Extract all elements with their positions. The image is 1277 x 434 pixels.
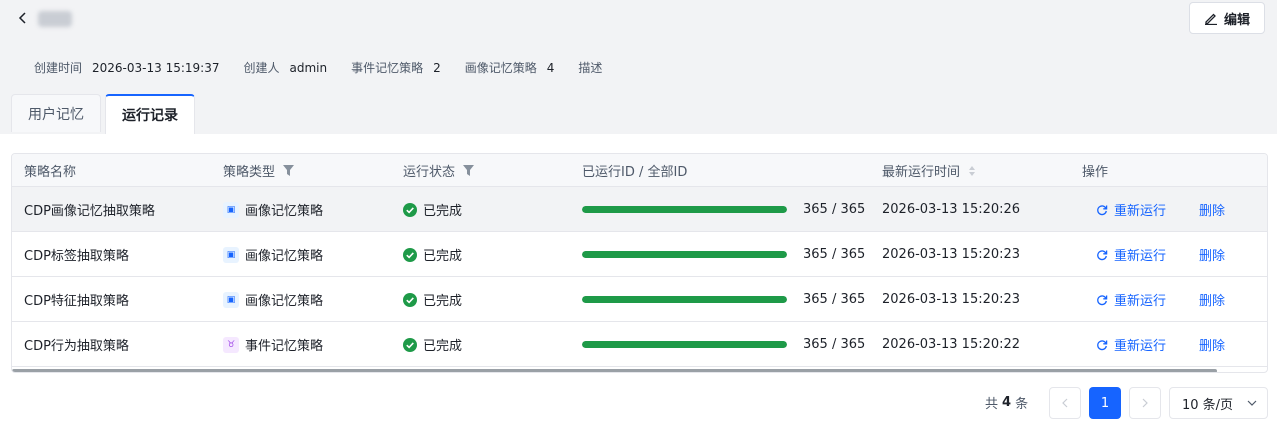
progress-bar [582,251,787,258]
progress-text: 365 / 365 [803,337,866,352]
page-number-current[interactable]: 1 [1089,387,1121,419]
meta-value: admin [289,60,328,75]
meta-key: 创建时间 [34,61,83,75]
strategy-type: ▣ 画像记忆策略 [223,187,323,232]
latest-run-time: 2026-03-13 15:20:23 [882,247,1021,262]
delete-button[interactable]: 删除 [1199,187,1225,232]
strategy-type: ♉ 事件记忆策略 [223,322,323,367]
check-circle-icon [403,292,417,307]
progress-text: 365 / 365 [803,247,866,262]
column-header-actions: 操作 [1082,165,1109,180]
total-count: 共4条 [985,394,1029,412]
table-row: CDP特征抽取策略 ▣ 画像记忆策略 已完成 365 / 365 2026-03-13 1… [12,277,1267,322]
back-button[interactable] [14,9,32,27]
page-title-redacted [38,11,72,27]
edit-label: 编辑 [1223,12,1250,28]
column-header-status: 运行状态 [403,154,475,187]
tab-user-memory[interactable]: 用户记忆 [11,94,101,132]
prev-page-button[interactable] [1049,387,1081,419]
meta-value: 2 [433,60,441,75]
tab-run-records[interactable]: 运行记录 [105,94,195,134]
strategy-name: CDP标签抽取策略 [24,249,129,264]
progress-bar [582,341,787,348]
progress-bar [582,206,787,213]
strategy-type: ▣ 画像记忆策略 [223,232,323,277]
table-row: CDP行为抽取策略 ♉ 事件记忆策略 已完成 365 / 365 2026-03-13 1… [12,322,1267,367]
run-status: 已完成 [403,277,462,322]
meta-key: 创建人 [243,61,280,75]
sort-icon[interactable] [968,165,976,177]
filter-icon[interactable] [463,165,475,176]
edit-button[interactable]: 编辑 [1189,2,1265,34]
refresh-icon [1097,204,1108,215]
run-status: 已完成 [403,187,462,232]
table-row: CDP画像记忆抽取策略 ▣ 画像记忆策略 已完成 365 / 365 2026-03-13… [12,187,1267,232]
pagination: 共4条 1 10 条/页 [0,380,1277,426]
chevron-left-icon [1062,398,1068,408]
delete-button[interactable]: 删除 [1199,277,1225,322]
rerun-button[interactable]: 重新运行 [1096,187,1166,232]
pencil-icon [1204,13,1217,25]
check-circle-icon [403,247,417,262]
next-page-button[interactable] [1129,387,1161,419]
meta-info: 创建时间 2026-03-13 15:19:37 创建人 admin 事件记忆策… [34,59,612,76]
meta-key: 画像记忆策略 [464,61,537,75]
portrait-icon: ▣ [223,201,239,218]
meta-value: 4 [546,60,555,75]
strategy-type: ▣ 画像记忆策略 [223,277,323,322]
chevron-left-icon [18,12,26,24]
refresh-icon [1097,339,1108,350]
rerun-button[interactable]: 重新运行 [1096,232,1166,277]
meta-key: 描述 [578,61,603,75]
delete-button[interactable]: 删除 [1199,232,1225,277]
event-icon: ♉ [223,336,239,353]
column-header-name: 策略名称 [24,165,77,180]
strategy-name: CDP画像记忆抽取策略 [24,204,155,219]
table-header: 策略名称 策略类型 运行状态 已运行ID / 全部ID 最新运行时间 操作 [12,154,1267,187]
run-status: 已完成 [403,232,462,277]
chevron-right-icon [1142,398,1148,408]
column-header-type: 策略类型 [223,154,295,187]
delete-button[interactable]: 删除 [1199,322,1225,367]
strategy-name: CDP行为抽取策略 [24,339,129,354]
check-circle-icon [403,202,417,217]
portrait-icon: ▣ [223,246,239,263]
refresh-icon [1097,294,1108,305]
run-records-table: 策略名称 策略类型 运行状态 已运行ID / 全部ID 最新运行时间 操作 CD… [11,153,1268,373]
progress-text: 365 / 365 [803,292,866,307]
meta-key: 事件记忆策略 [351,61,424,75]
chevron-down-icon [1247,400,1257,406]
run-status: 已完成 [403,322,462,367]
strategy-name: CDP特征抽取策略 [24,294,129,309]
page-size-select[interactable]: 10 条/页 [1169,387,1268,419]
latest-run-time: 2026-03-13 15:20:26 [882,202,1021,217]
latest-run-time: 2026-03-13 15:20:22 [882,337,1021,352]
latest-run-time: 2026-03-13 15:20:23 [882,292,1021,307]
rerun-button[interactable]: 重新运行 [1096,322,1166,367]
page-header: 编辑 创建时间 2026-03-13 15:19:37 创建人 admin 事件… [0,0,1277,134]
tab-bar: 用户记忆 运行记录 [11,94,195,134]
table-row: CDP标签抽取策略 ▣ 画像记忆策略 已完成 365 / 365 2026-03-13 1… [12,232,1267,277]
meta-value: 2026-03-13 15:19:37 [92,60,220,75]
rerun-button[interactable]: 重新运行 [1096,277,1166,322]
progress-bar [582,296,787,303]
progress-text: 365 / 365 [803,202,866,217]
filter-icon[interactable] [283,165,295,176]
column-header-time: 最新运行时间 [882,154,976,187]
check-circle-icon [403,337,417,352]
column-header-progress: 已运行ID / 全部ID [582,165,688,180]
portrait-icon: ▣ [223,291,239,308]
horizontal-scrollbar[interactable] [12,369,1217,372]
refresh-icon [1097,249,1108,260]
